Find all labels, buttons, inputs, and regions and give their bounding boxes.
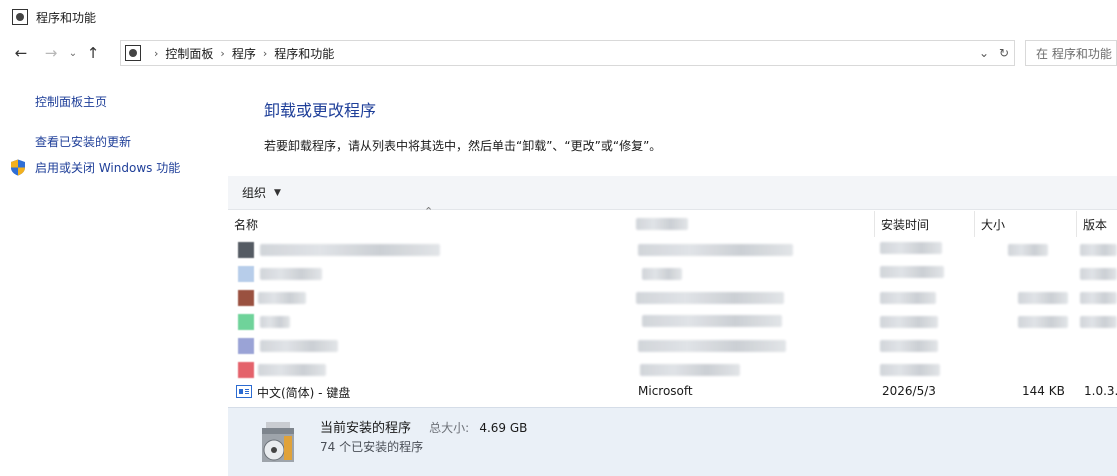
sidebar-link-installed-updates[interactable]: 查看已安装的更新 <box>35 133 131 150</box>
breadcrumb-programs[interactable]: 程序 <box>232 45 256 62</box>
breadcrumb-separator-icon[interactable]: › <box>154 47 158 60</box>
list-item[interactable] <box>228 311 1117 333</box>
search-input[interactable]: 在 程序和功能 <box>1025 40 1117 66</box>
column-header-size[interactable]: 大小 <box>975 211 1077 237</box>
total-size-label: 总大小: <box>429 421 470 435</box>
list-item[interactable] <box>228 335 1117 357</box>
column-installed-on-label: 安装时间 <box>881 217 930 232</box>
navigation-bar: ← → ⌄ ↑ › 控制面板 › 程序 › 程序和功能 ⌄ ↻ 在 程序和功能 <box>0 38 1117 68</box>
column-version-label: 版本 <box>1083 217 1108 232</box>
program-size: 144 KB <box>1022 384 1065 398</box>
sidebar-link-control-panel-home[interactable]: 控制面板主页 <box>35 93 107 110</box>
blurred-text <box>260 316 290 328</box>
list-item[interactable] <box>228 239 1117 261</box>
blurred-text <box>258 292 306 304</box>
organize-label: 组织 <box>242 186 267 200</box>
list-header: ⌃ 名称 安装时间 大小 版本 <box>228 205 1117 237</box>
forward-arrow-icon[interactable]: → <box>40 42 62 64</box>
up-arrow-icon[interactable]: ↑ <box>82 42 104 64</box>
recent-locations-chevron-icon[interactable]: ⌄ <box>66 42 80 64</box>
blurred-text <box>1080 316 1117 328</box>
blurred-text <box>636 218 688 230</box>
list-item[interactable] <box>228 287 1117 309</box>
list-item[interactable] <box>228 263 1117 285</box>
details-heading: 当前安装的程序 <box>320 421 412 436</box>
blurred-text <box>880 340 938 352</box>
back-arrow-icon[interactable]: ← <box>10 42 32 64</box>
blurred-text <box>1018 292 1068 304</box>
breadcrumb-separator-icon[interactable]: › <box>263 47 267 60</box>
installer-package-icon <box>262 422 294 462</box>
dropdown-caret-icon: ▼ <box>274 187 281 198</box>
address-dropdown-icon[interactable]: ⌄ <box>974 46 994 60</box>
title-bar: 程序和功能 <box>0 0 1117 34</box>
program-icon <box>238 362 254 378</box>
sidebar-link-label: 启用或关闭 Windows 功能 <box>35 161 181 175</box>
search-placeholder: 在 程序和功能 <box>1036 46 1112 61</box>
programs-features-icon <box>12 9 28 25</box>
blurred-text <box>1080 244 1117 256</box>
details-summary: 当前安装的程序 总大小: 4.69 GB <box>320 417 527 436</box>
blurred-text <box>1080 292 1117 304</box>
keyboard-icon <box>236 385 252 398</box>
program-icon <box>238 314 254 330</box>
program-installed-on: 2026/5/3 <box>882 384 936 398</box>
blurred-text <box>880 242 942 254</box>
refresh-icon[interactable]: ↻ <box>994 46 1014 60</box>
details-pane: 当前安装的程序 总大小: 4.69 GB 74 个已安装的程序 <box>228 407 1117 476</box>
total-size-value: 4.69 GB <box>479 421 528 435</box>
list-item[interactable] <box>228 359 1117 381</box>
page-description: 若要卸载程序，请从列表中将其选中，然后单击“卸载”、“更改”或“修复”。 <box>264 139 662 153</box>
installed-count: 74 个已安装的程序 <box>320 440 424 454</box>
control-panel-icon <box>125 45 141 61</box>
page-title: 卸载或更改程序 <box>264 101 377 120</box>
column-header-name[interactable]: 名称 <box>228 211 630 237</box>
blurred-text <box>880 266 944 278</box>
blurred-text <box>638 244 793 256</box>
sidebar-link-windows-features[interactable]: 启用或关闭 Windows 功能 <box>10 159 180 176</box>
blurred-text <box>880 316 938 328</box>
shield-icon <box>11 159 25 176</box>
blurred-text <box>880 292 936 304</box>
blurred-text <box>880 364 940 376</box>
blurred-text <box>260 244 440 256</box>
program-name: 中文(简体) - 键盘 <box>257 386 351 400</box>
blurred-text <box>260 268 322 280</box>
blurred-text <box>640 364 740 376</box>
program-icon <box>238 242 254 258</box>
breadcrumb-control-panel[interactable]: 控制面板 <box>165 45 213 62</box>
breadcrumb-programs-features[interactable]: 程序和功能 <box>274 45 334 62</box>
column-size-label: 大小 <box>981 217 1006 232</box>
blurred-text <box>1008 244 1048 256</box>
command-toolbar: 组织 ▼ <box>228 176 1117 210</box>
program-icon <box>238 266 254 282</box>
program-icon <box>238 338 254 354</box>
program-icon <box>238 290 254 306</box>
column-header-publisher[interactable] <box>630 211 875 237</box>
blurred-text <box>638 340 786 352</box>
column-header-installed-on[interactable]: 安装时间 <box>875 211 975 237</box>
column-header-version[interactable]: 版本 <box>1077 211 1117 237</box>
column-name-label: 名称 <box>234 217 259 232</box>
blurred-text <box>1018 316 1068 328</box>
blurred-text <box>642 268 682 280</box>
blurred-text <box>260 340 338 352</box>
blurred-text <box>642 315 782 327</box>
program-publisher: Microsoft <box>638 384 693 398</box>
breadcrumb-separator-icon[interactable]: › <box>220 47 224 60</box>
blurred-text <box>636 292 784 304</box>
address-bar[interactable]: › 控制面板 › 程序 › 程序和功能 ⌄ ↻ <box>120 40 1015 66</box>
blurred-text <box>1080 268 1117 280</box>
table-row[interactable]: 中文(简体) - 键盘 Microsoft 2026/5/3 144 KB 1.… <box>228 381 1117 403</box>
organize-button[interactable]: 组织 ▼ <box>242 184 281 201</box>
program-version: 1.0.3. <box>1084 384 1117 398</box>
window-title: 程序和功能 <box>36 10 97 25</box>
blurred-text <box>258 364 326 376</box>
